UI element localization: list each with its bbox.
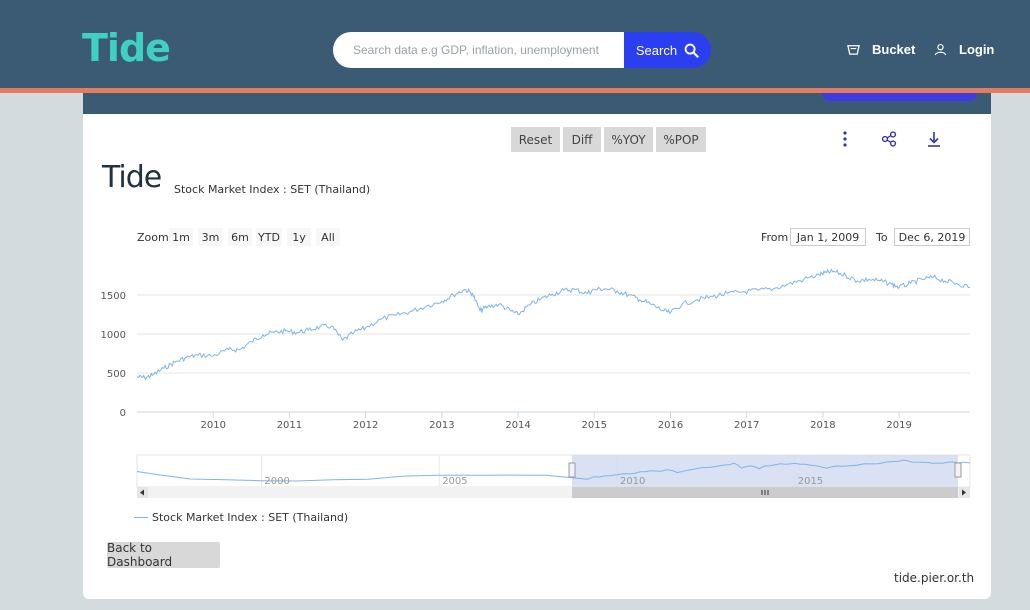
x-tick-label: 2010	[200, 420, 225, 431]
y-axis-ticks: 0 500 1000 1500	[101, 291, 126, 419]
y-tick-label: 0	[120, 408, 126, 419]
x-tick-label: 2012	[353, 420, 378, 431]
site-url: tide.pier.or.th	[894, 571, 975, 585]
x-tick-label: 2019	[886, 420, 911, 431]
x-tick-label: 2015	[582, 420, 607, 431]
navigator-tick-label: 2015	[798, 476, 823, 487]
navigator-left-handle[interactable]	[568, 462, 576, 478]
x-tick-label: 2013	[429, 420, 454, 431]
navigator-tick-label: 2000	[264, 476, 289, 487]
y-tick-label: 1500	[101, 291, 126, 302]
legend-label: Stock Market Index : SET (Thailand)	[152, 511, 349, 524]
x-tick-label: 2017	[734, 420, 759, 431]
back-to-dashboard-button[interactable]: Back to Dashboard	[107, 541, 220, 569]
x-axis-ticks: 2010 2011 2012 2013 2014 2015 2016 2017 2018 2019	[200, 412, 912, 431]
y-tick-label: 500	[107, 369, 126, 380]
series-line	[137, 268, 971, 381]
y-tick-label: 1000	[101, 330, 126, 341]
chart-legend[interactable]: Stock Market Index : SET (Thailand)	[134, 511, 348, 524]
navigator-tick-label: 2010	[620, 476, 645, 487]
scrollbar[interactable]	[137, 487, 970, 498]
x-tick-label: 2018	[810, 420, 835, 431]
x-tick-label: 2011	[277, 420, 302, 431]
chart-grid	[137, 294, 970, 413]
legend-line-icon	[134, 517, 148, 518]
navigator-right-handle[interactable]	[954, 462, 962, 478]
navigator-tick-label: 2005	[442, 476, 467, 487]
x-tick-label: 2016	[658, 420, 683, 431]
x-tick-label: 2014	[505, 420, 530, 431]
navigator[interactable]: 2000 2005 2010 2015	[136, 454, 971, 488]
